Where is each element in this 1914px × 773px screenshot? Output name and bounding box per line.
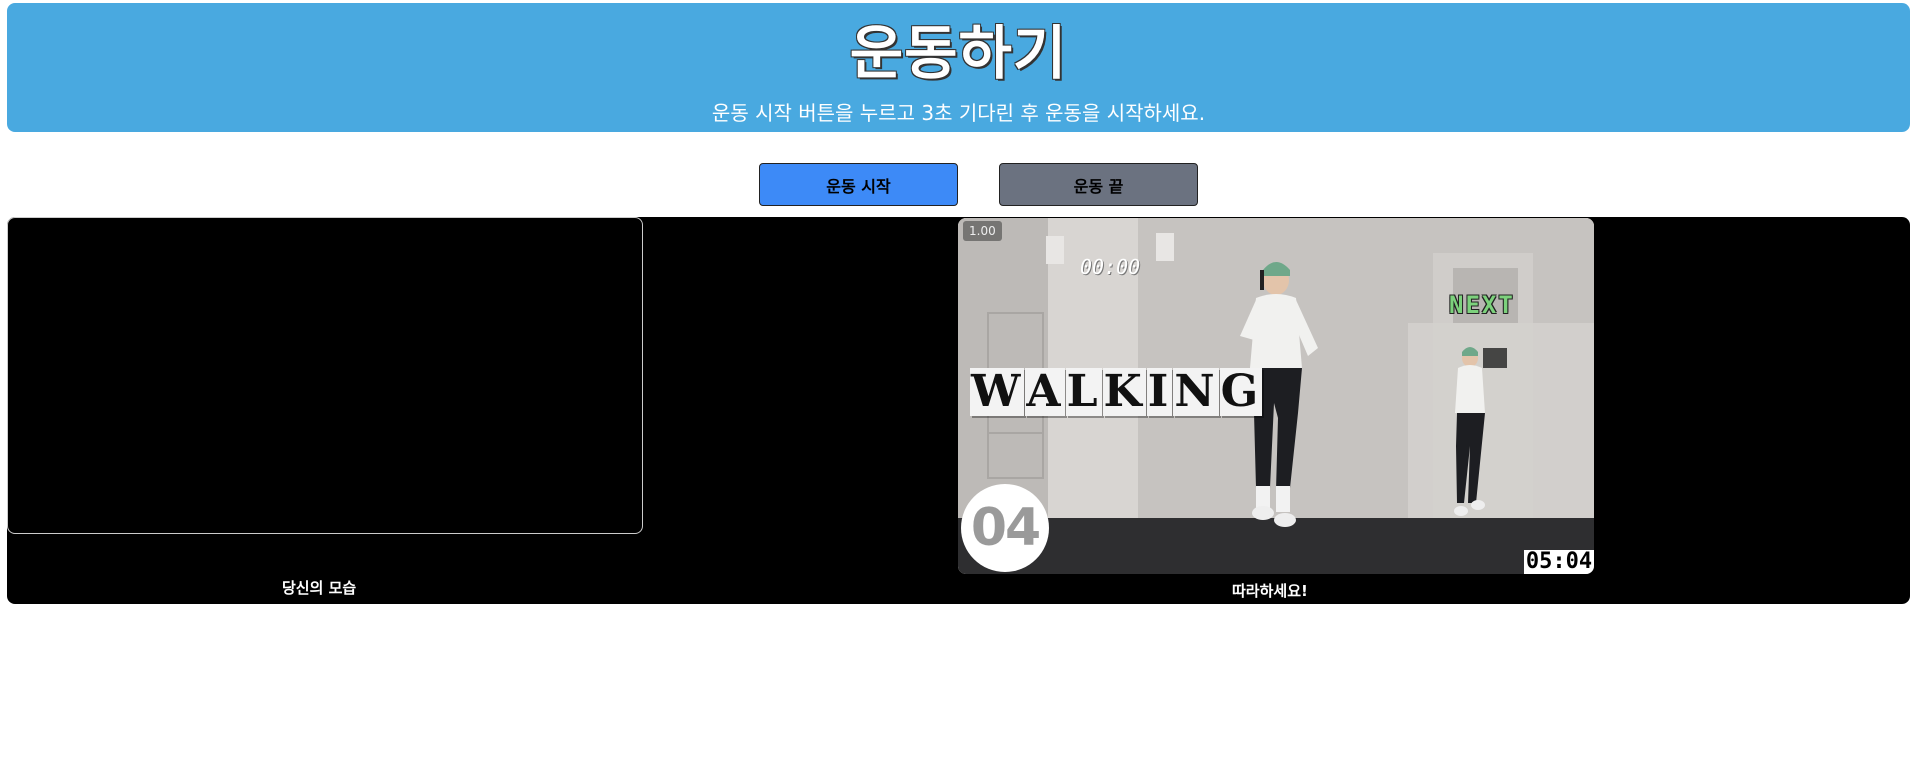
end-exercise-button[interactable]: 운동 끝 <box>999 163 1198 206</box>
wall-clock-display: 00:00 <box>1080 255 1141 279</box>
exercise-name-overlay: WALKING <box>970 368 1263 416</box>
overlay-letter: A <box>1025 366 1065 417</box>
page-header: 운동하기 운동 시작 버튼을 누르고 3초 기다린 후 운동을 시작하세요. <box>7 3 1910 132</box>
overlay-letter: W <box>970 366 1025 417</box>
webcam-view <box>7 217 643 534</box>
video-label: 따라하세요! <box>1232 582 1308 600</box>
webcam-label: 당신의 모습 <box>282 579 357 597</box>
overlay-letter: I <box>1146 366 1173 417</box>
next-sign: NEXT <box>1449 291 1515 319</box>
playback-rate-badge[interactable]: 1.00 <box>963 221 1002 241</box>
exercise-stage: 당신의 모습 00:00 NEXT WALKING 04 1.00 05:04 … <box>7 217 1910 604</box>
page-subtitle: 운동 시작 버튼을 누르고 3초 기다린 후 운동을 시작하세요. <box>711 101 1206 125</box>
video-timer: 05:04 <box>1524 549 1594 574</box>
overlay-letter: G <box>1219 366 1263 417</box>
overlay-letter: N <box>1173 366 1219 417</box>
page-title: 운동하기 <box>849 19 1068 87</box>
exercise-video[interactable]: 00:00 NEXT WALKING 04 1.00 05:04 <box>958 218 1594 574</box>
overlay-letter: L <box>1065 366 1102 417</box>
start-exercise-button[interactable]: 운동 시작 <box>759 163 958 206</box>
round-number-badge: 04 <box>961 484 1049 572</box>
overlay-letter: K <box>1102 366 1146 417</box>
